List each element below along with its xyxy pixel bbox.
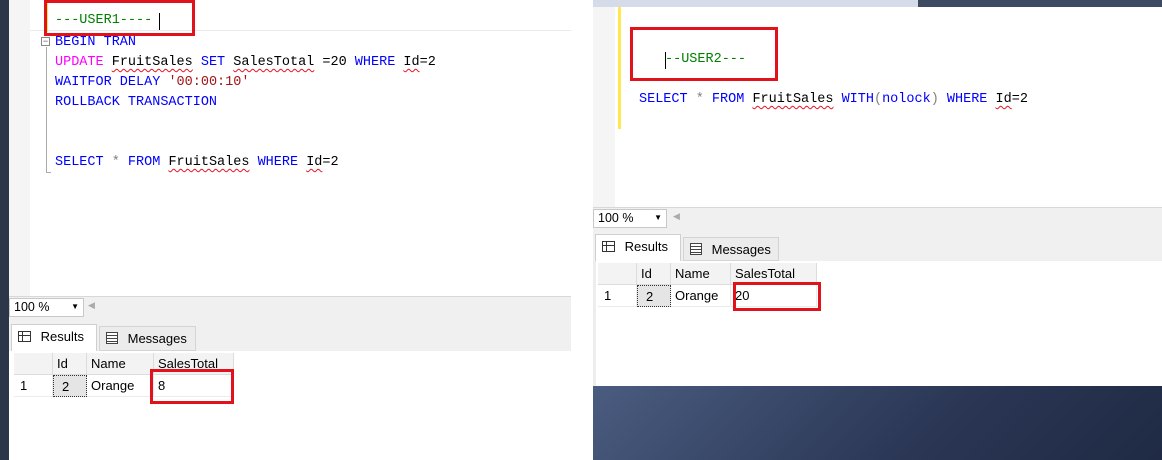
tab-messages[interactable]: Messages	[99, 326, 196, 351]
pane-divider	[571, 0, 593, 460]
left-window-border	[0, 0, 9, 460]
user2-highlight-box	[630, 27, 778, 81]
chevron-down-icon: ▼	[654, 213, 662, 222]
select-keyword: SELECT	[55, 155, 104, 170]
zoom-value: 100 %	[598, 211, 634, 225]
delay-string: '00:00:10'	[168, 75, 250, 90]
select-line: SELECT * FROM FruitSales WHERE Id=2	[55, 153, 339, 173]
table-name: FruitSales	[752, 92, 834, 107]
id-value: =2	[419, 55, 436, 70]
nolock-hint: (nolock)	[873, 92, 939, 107]
cell-id[interactable]: 2	[53, 375, 87, 397]
right-top-strip-dark	[918, 0, 1162, 7]
where-keyword: WHERE	[946, 92, 988, 107]
outline-guide-end	[46, 172, 51, 173]
column-header-name[interactable]: Name	[87, 353, 154, 375]
user1-highlight-box	[44, 0, 195, 36]
where-keyword: WHERE	[257, 155, 299, 170]
tab-results[interactable]: Results	[11, 324, 97, 351]
id-column: Id	[995, 92, 1012, 107]
column-name: SalesTotal	[233, 55, 315, 70]
column-header-id[interactable]: Id	[637, 263, 671, 285]
assign-value: =20	[314, 55, 355, 70]
grid-icon	[602, 241, 615, 252]
messages-icon	[106, 332, 118, 344]
collapse-icon[interactable]: −	[41, 37, 50, 46]
id-column: Id	[306, 155, 323, 170]
begin-tran-line: BEGIN TRAN	[55, 35, 137, 50]
table-name: FruitSales	[168, 155, 250, 170]
tab-results[interactable]: Results	[595, 234, 681, 261]
tab-label: Results	[624, 239, 668, 254]
left-editor-margin	[9, 0, 30, 296]
id-column: Id	[403, 55, 420, 70]
from-keyword: FROM	[711, 92, 745, 107]
waitfor-keyword: WAITFOR DELAY	[55, 75, 161, 90]
select-nolock-line: SELECT * FROM FruitSales WITH(nolock) WH…	[639, 90, 1028, 110]
outline-guide	[46, 47, 47, 173]
star: *	[687, 92, 712, 107]
grid-icon	[18, 331, 31, 342]
table-name: FruitSales	[111, 55, 193, 70]
column-header-id[interactable]: Id	[53, 353, 87, 375]
column-header-name[interactable]: Name	[671, 263, 731, 285]
salestotal-highlight-box	[733, 282, 821, 311]
row-header-corner	[598, 263, 637, 285]
row-number[interactable]: 1	[14, 375, 53, 397]
where-keyword: WHERE	[354, 55, 396, 70]
star: *	[103, 155, 128, 170]
messages-icon	[690, 243, 702, 255]
cell-name[interactable]: Orange	[671, 285, 731, 307]
chevron-down-icon: ▼	[71, 302, 79, 311]
id-value: =2	[322, 155, 339, 170]
from-keyword: FROM	[127, 155, 161, 170]
tab-label: Results	[40, 329, 84, 344]
left-zoom-select[interactable]: 100 % ▼	[9, 298, 84, 317]
right-change-bar	[618, 7, 621, 129]
right-editor-margin	[593, 7, 615, 208]
with-keyword: WITH	[841, 92, 874, 107]
waitfor-line: WAITFOR DELAY '00:00:10'	[55, 73, 249, 93]
cell-name[interactable]: Orange	[87, 375, 154, 397]
right-window-background	[593, 386, 1162, 460]
scroll-left-icon[interactable]: ◀	[673, 211, 680, 222]
row-number[interactable]: 1	[598, 285, 637, 307]
zoom-value: 100 %	[14, 300, 50, 314]
rollback-line: ROLLBACK TRANSACTION	[55, 95, 218, 110]
id-value: =2	[1011, 92, 1028, 107]
cell-id[interactable]: 2	[637, 285, 671, 307]
tab-label: Messages	[127, 331, 187, 346]
tab-messages[interactable]: Messages	[683, 237, 779, 261]
salestotal-highlight-box	[150, 369, 234, 404]
right-zoom-select[interactable]: 100 % ▼	[593, 209, 667, 228]
select-keyword: SELECT	[639, 92, 688, 107]
update-keyword: UPDATE	[55, 55, 104, 70]
set-keyword: SET	[200, 55, 226, 70]
update-line: UPDATE FruitSales SET SalesTotal =20 WHE…	[55, 53, 436, 73]
scroll-left-icon[interactable]: ◀	[88, 300, 95, 311]
tab-label: Messages	[711, 242, 771, 257]
row-header-corner	[14, 353, 53, 375]
